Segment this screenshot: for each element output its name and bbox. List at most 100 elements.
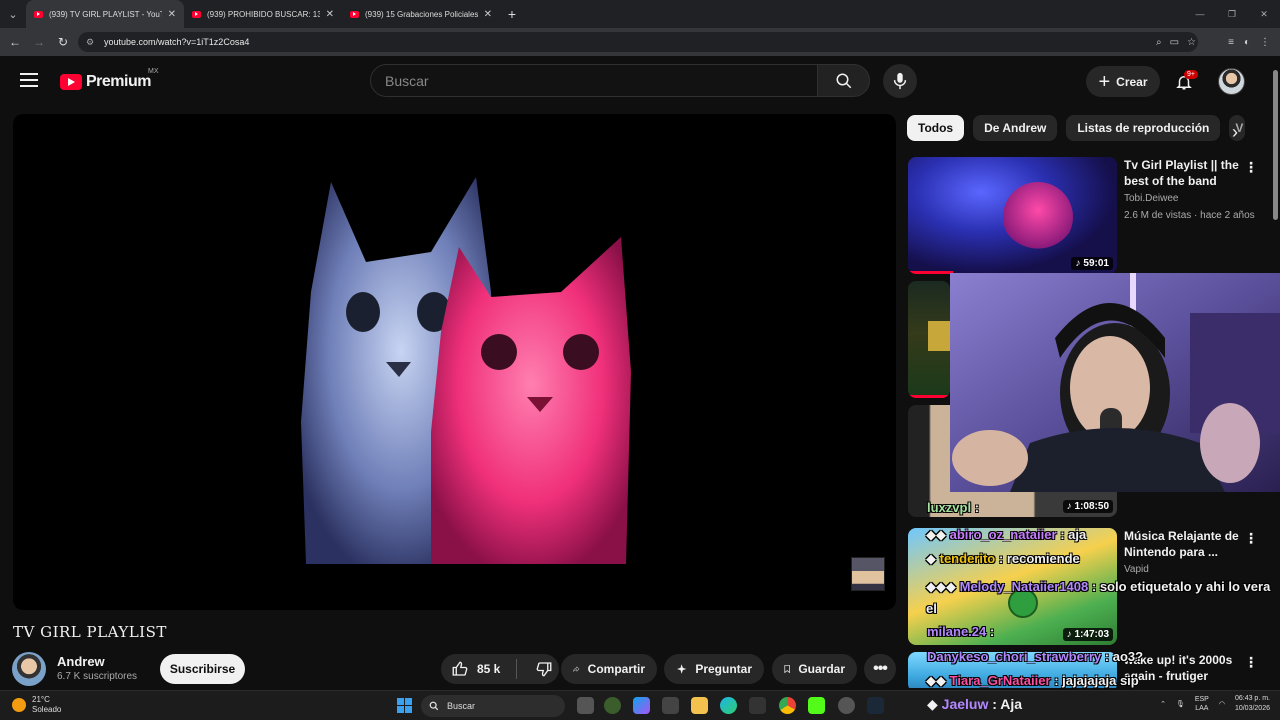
- taskbar-search[interactable]: Buscar: [421, 695, 565, 717]
- forward-icon[interactable]: →: [27, 28, 51, 56]
- back-icon[interactable]: ←: [3, 28, 27, 56]
- temperature: 21°C: [32, 695, 50, 704]
- windows-start-icon[interactable]: [397, 698, 412, 713]
- account-avatar[interactable]: [1218, 68, 1245, 95]
- share-label: Compartir: [587, 662, 645, 676]
- weather-widget[interactable]: 21°C Soleado: [12, 695, 61, 715]
- recommendation-channel[interactable]: Tobi.Deiwee: [1124, 193, 1178, 204]
- chat-user: milane.24: [927, 624, 987, 639]
- new-tab-button[interactable]: +: [500, 0, 524, 28]
- close-tab-icon[interactable]: ✕: [326, 9, 334, 20]
- page-scrollbar[interactable]: [1271, 62, 1280, 220]
- file-explorer-icon[interactable]: [691, 697, 708, 714]
- more-vert-icon[interactable]: ⋮: [1244, 159, 1258, 176]
- task-view-icon[interactable]: [577, 697, 594, 714]
- chevron-right-icon[interactable]: ›: [1224, 121, 1246, 143]
- save-label: Guardar: [798, 662, 845, 676]
- recommendation-item[interactable]: ♪ 59:01 Tv Girl Playlist || the best of t…: [908, 157, 1280, 274]
- share-button[interactable]: Compartir: [561, 654, 657, 684]
- edge-icon[interactable]: [720, 697, 737, 714]
- scrollbar-thumb[interactable]: [1273, 70, 1278, 220]
- restore-icon[interactable]: ❐: [1216, 0, 1248, 28]
- copilot-icon[interactable]: [633, 697, 650, 714]
- create-button[interactable]: + Crear: [1086, 66, 1160, 97]
- music-note-icon: ♪: [1075, 258, 1081, 269]
- channel-watermark[interactable]: [851, 557, 885, 591]
- guide-menu-icon[interactable]: [20, 73, 38, 87]
- video-player[interactable]: [13, 114, 896, 610]
- browser-menu-icon[interactable]: ⋮: [1260, 37, 1270, 48]
- chip-listas[interactable]: Listas de reproducción: [1066, 115, 1221, 141]
- browser-tab-1[interactable]: (939) TV GIRL PLAYLIST - YouTube ✕: [26, 0, 184, 28]
- chat-text: : aja: [1060, 527, 1087, 542]
- ask-button[interactable]: Preguntar: [664, 654, 764, 684]
- recommendation-channel[interactable]: Vapid: [1124, 564, 1149, 575]
- watch-progress-bar: [908, 395, 950, 398]
- voice-search-button[interactable]: [883, 64, 917, 98]
- dislike-button[interactable]: [525, 654, 553, 684]
- kick-icon[interactable]: [808, 697, 825, 714]
- video-frame-cats: [301, 177, 631, 564]
- chevron-up-icon[interactable]: ⌃: [1160, 700, 1166, 708]
- wifi-icon[interactable]: ◠: [1219, 700, 1225, 708]
- recommendation-title[interactable]: Tv Girl Playlist || the best of the band: [1124, 157, 1242, 189]
- like-count: 85 k: [477, 662, 501, 676]
- notification-badge: 9+: [1184, 70, 1198, 79]
- window-controls: — ❐ ✕: [1184, 0, 1280, 28]
- chip-todos[interactable]: Todos: [907, 115, 965, 141]
- close-window-icon[interactable]: ✕: [1248, 0, 1280, 28]
- thumbs-down-icon: [536, 662, 552, 677]
- minimize-icon[interactable]: —: [1184, 0, 1216, 28]
- browser-tab-2[interactable]: (939) PROHIBIDO BUSCAR: 13 ... ✕: [184, 0, 342, 28]
- store-icon[interactable]: [662, 697, 679, 714]
- channel-avatar[interactable]: [12, 652, 46, 686]
- more-vert-icon[interactable]: ⋮: [1244, 654, 1258, 671]
- reload-icon[interactable]: ↻: [51, 28, 75, 56]
- country-code: MX: [148, 68, 159, 75]
- clock[interactable]: 06:43 p. m. 10/03/2026: [1235, 694, 1270, 714]
- watch-progress-bar: [908, 271, 953, 274]
- youtube-favicon-icon: [350, 10, 359, 18]
- address-bar[interactable]: ⚙ youtube.com/watch?v=1iT1z2Cosa4: [78, 32, 1198, 52]
- emote-icon: ◆: [927, 696, 938, 712]
- profile-icon[interactable]: ◐: [1244, 37, 1250, 48]
- chrome-icon[interactable]: [779, 697, 796, 714]
- youtube-premium-logo[interactable]: Premium MX: [60, 68, 159, 91]
- close-tab-icon[interactable]: ✕: [168, 9, 176, 20]
- obs-icon[interactable]: [838, 697, 855, 714]
- microphone-tray-icon[interactable]: 🎙: [1176, 700, 1185, 708]
- more-vert-icon[interactable]: ⋮: [1244, 530, 1258, 547]
- browser-toolbar: ← → ↻ ⚙ youtube.com/watch?v=1iT1z2Cosa4 …: [0, 28, 1280, 56]
- weather-condition: Soleado: [32, 705, 62, 714]
- video-thumbnail[interactable]: [908, 281, 950, 398]
- close-tab-icon[interactable]: ✕: [484, 9, 492, 20]
- zoom-icon[interactable]: ⌕: [1156, 37, 1162, 48]
- channel-name[interactable]: Andrew: [57, 654, 105, 669]
- reading-list-icon[interactable]: ≡: [1228, 37, 1234, 48]
- more-actions-button[interactable]: •••: [864, 654, 896, 684]
- chip-de-andrew[interactable]: De Andrew: [973, 115, 1058, 141]
- steam-icon[interactable]: [867, 697, 884, 714]
- thumbnail-art: [928, 321, 950, 351]
- subscribe-button[interactable]: Suscribirse: [160, 654, 245, 684]
- bookmark-star-icon[interactable]: ☆: [1187, 37, 1196, 48]
- logo-wordmark: Premium: [86, 73, 151, 90]
- chat-user: tenderito: [939, 551, 996, 566]
- chat-text: : ao3?: [1104, 649, 1144, 664]
- search-button[interactable]: [817, 64, 870, 97]
- browser-tab-bar: ⌄ (939) TV GIRL PLAYLIST - YouTube ✕ (93…: [0, 0, 1280, 28]
- like-button[interactable]: 85 k: [441, 654, 500, 684]
- recommendation-title[interactable]: Música Relajante de Nintendo para ...: [1124, 528, 1242, 560]
- app-icon[interactable]: [604, 697, 621, 714]
- sparkle-icon: [676, 664, 687, 674]
- cast-icon[interactable]: ▭: [1170, 37, 1179, 48]
- browser-tab-3[interactable]: (939) 15 Grabaciones Policiales ... ✕: [342, 0, 500, 28]
- save-button[interactable]: Guardar: [772, 654, 857, 684]
- video-thumbnail[interactable]: ♪ 59:01: [908, 157, 1117, 274]
- tab-search-button[interactable]: ⌄: [0, 0, 26, 28]
- windows-taskbar: 21°C Soleado Buscar ⌃ 🎙 ESP LAA ◠ 06:43 …: [0, 690, 1280, 720]
- search-input[interactable]: Buscar: [370, 64, 818, 97]
- language-indicator[interactable]: ESP LAA: [1195, 695, 1209, 713]
- app-icon[interactable]: [749, 697, 766, 714]
- site-info-icon[interactable]: ⚙: [86, 37, 96, 47]
